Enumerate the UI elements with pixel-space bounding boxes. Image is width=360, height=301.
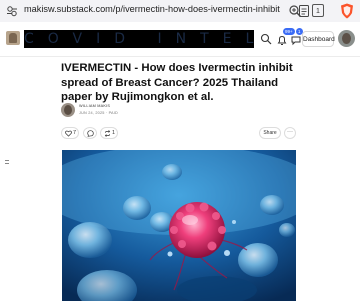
reader-view-icon[interactable] [298, 4, 310, 18]
author-name[interactable]: WILLIAM MAKIS [79, 104, 110, 108]
like-count: 7 [73, 130, 77, 136]
publication-header: COVID INTEL 99+ 1 Dashboard [0, 22, 360, 57]
heart-icon [65, 130, 72, 137]
dashboard-button[interactable]: Dashboard [302, 31, 335, 47]
url-settings-icon[interactable] [6, 5, 18, 17]
share-button[interactable]: Share [259, 127, 281, 139]
hero-image [62, 150, 296, 301]
restack-button[interactable]: 1 [100, 127, 118, 139]
chat-icon [291, 36, 301, 46]
chat-button[interactable]: 1 [290, 28, 303, 46]
comment-button[interactable] [83, 127, 97, 139]
banner-title: COVID INTEL [24, 31, 254, 47]
restack-count: 1 [112, 130, 116, 136]
url-text[interactable]: makisw.substack.com/p/ivermectin-how-doe… [24, 4, 280, 14]
publication-logo[interactable] [6, 31, 20, 45]
brave-shield-icon[interactable] [340, 3, 354, 19]
sidebar-toggle-icon[interactable] [5, 159, 9, 165]
notifications-icon [277, 35, 287, 45]
more-icon[interactable]: ··· [284, 127, 296, 139]
post-date: JUN 24, 2025 · PAID [79, 111, 118, 115]
publication-banner[interactable]: COVID INTEL [24, 30, 254, 48]
tab-count-icon[interactable]: 1 [312, 4, 324, 17]
restack-icon [104, 130, 111, 137]
search-icon[interactable] [260, 33, 272, 45]
cancer-cell-illustration [62, 150, 296, 301]
like-button[interactable]: 7 [61, 127, 79, 139]
notifications-button[interactable]: 99+ [276, 28, 295, 45]
address-bar[interactable]: makisw.substack.com/p/ivermectin-how-doe… [0, 0, 360, 23]
comment-icon [87, 130, 94, 137]
post-title: IVERMECTIN - How does Ivermectin inhibit… [61, 62, 293, 104]
user-avatar[interactable] [338, 30, 355, 47]
author-avatar[interactable] [61, 103, 75, 117]
